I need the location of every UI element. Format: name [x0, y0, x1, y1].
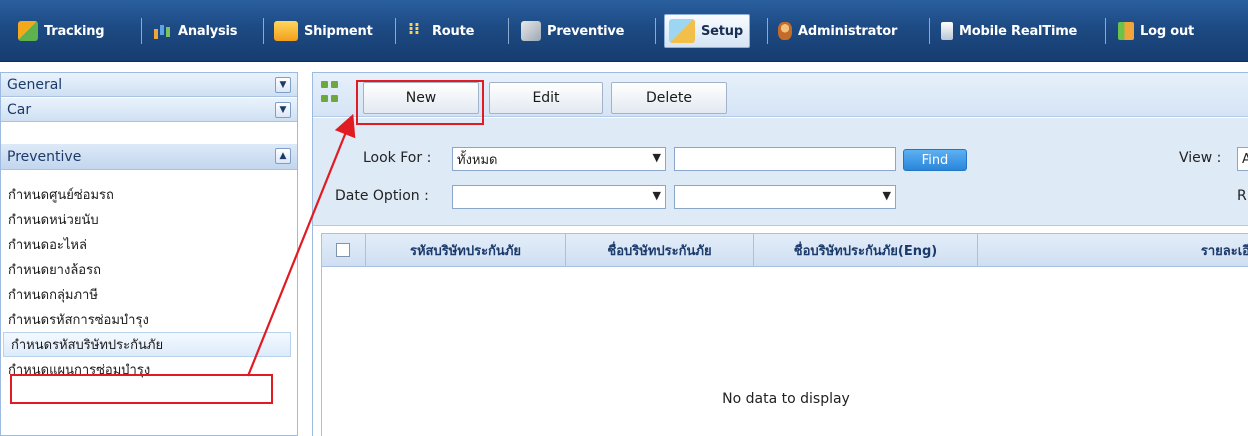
- sidebar-section-label: Preventive: [7, 148, 82, 165]
- column-header-insurance-name[interactable]: ชื่อบริษัทประกันภัย: [566, 234, 754, 266]
- column-header-insurance-code[interactable]: รหัสบริษัทประกันภัย: [366, 234, 566, 266]
- chevron-down-icon[interactable]: ▼: [275, 77, 291, 93]
- sidebar-item-repair-center[interactable]: กำหนดศูนย์ซ่อมรถ: [1, 182, 297, 207]
- look-for-value: ทั้งหมด: [457, 152, 498, 168]
- nav-administrator[interactable]: Administrator: [778, 16, 897, 46]
- nav-route[interactable]: Route: [406, 16, 474, 46]
- nav-preventive[interactable]: Preventive: [521, 16, 624, 46]
- view-label: View :: [1179, 150, 1222, 166]
- sidebar-section-label: Car: [7, 101, 32, 118]
- chevron-down-icon[interactable]: ▼: [275, 102, 291, 118]
- sidebar-item-maintenance-code[interactable]: กำหนดรหัสการซ่อมบำรุง: [1, 307, 297, 332]
- nav-logout[interactable]: Log out: [1118, 16, 1194, 46]
- nav-separator: [655, 18, 656, 44]
- preventive-menu-list: กำหนดศูนย์ซ่อมรถ กำหนดหน่วยนับ กำหนดอะไห…: [1, 182, 297, 382]
- nav-separator: [395, 18, 396, 44]
- nav-preventive-label: Preventive: [547, 23, 625, 39]
- filter-panel: Look For : ทั้งหมด ▼ Find View : A Date …: [313, 118, 1248, 226]
- analysis-icon: [152, 21, 172, 41]
- sidebar-section-label: General: [7, 76, 63, 93]
- sidebar-section-general[interactable]: General ▼: [1, 73, 297, 97]
- dropdown-arrow-icon: ▼: [652, 189, 661, 202]
- sidebar-item-tax-group[interactable]: กำหนดกลุ่มภาษี: [1, 282, 297, 307]
- column-header-details[interactable]: รายละเอี: [978, 234, 1248, 266]
- delete-button[interactable]: Delete: [611, 82, 727, 114]
- look-for-select[interactable]: ทั้งหมด ▼: [452, 147, 666, 171]
- route-icon: [406, 19, 426, 41]
- edit-button[interactable]: Edit: [489, 82, 603, 114]
- nav-logout-label: Log out: [1140, 23, 1195, 39]
- nav-separator: [929, 18, 930, 44]
- nav-administrator-label: Administrator: [798, 23, 898, 39]
- new-button-highlight: [356, 80, 484, 125]
- empty-grid-message: No data to display: [722, 391, 850, 407]
- select-all-cell: [322, 234, 366, 266]
- sidebar-section-preventive[interactable]: Preventive ▲: [1, 144, 297, 170]
- nav-separator: [508, 18, 509, 44]
- sidebar-item-tires[interactable]: กำหนดยางล้อรถ: [1, 257, 297, 282]
- sidebar-item-unit[interactable]: กำหนดหน่วยนับ: [1, 207, 297, 232]
- administrator-icon: [778, 22, 792, 40]
- dropdown-arrow-icon: ▼: [652, 151, 661, 164]
- toolbar-grip-icon: [321, 81, 341, 107]
- date-range-select[interactable]: ▼: [674, 185, 896, 209]
- search-input[interactable]: [674, 147, 896, 171]
- nav-shipment[interactable]: Shipment: [274, 16, 373, 46]
- insurance-menu-highlight: [10, 374, 273, 404]
- nav-separator: [767, 18, 768, 44]
- mobile-icon: [941, 22, 953, 40]
- logout-icon: [1118, 22, 1134, 40]
- nav-mobile-realtime-label: Mobile RealTime: [959, 23, 1078, 39]
- shipment-icon: [274, 21, 298, 41]
- sidebar-item-insurance-company-code[interactable]: กำหนดรหัสบริษัทประกันภัย: [3, 332, 291, 357]
- main-panel: New Edit Delete Look For : ทั้งหมด ▼ Fin…: [312, 72, 1248, 436]
- nav-separator: [141, 18, 142, 44]
- nav-separator: [1105, 18, 1106, 44]
- nav-mobile-realtime[interactable]: Mobile RealTime: [941, 16, 1077, 46]
- nav-setup-label: Setup: [701, 23, 743, 39]
- nav-route-label: Route: [432, 23, 475, 39]
- dropdown-arrow-icon: ▼: [882, 189, 891, 202]
- nav-shipment-label: Shipment: [304, 23, 373, 39]
- nav-separator: [263, 18, 264, 44]
- preventive-icon: [521, 21, 541, 41]
- setup-icon: [669, 19, 695, 43]
- grid-body: No data to display: [321, 267, 1248, 436]
- chevron-up-icon[interactable]: ▲: [275, 148, 291, 164]
- nav-analysis-label: Analysis: [178, 23, 238, 39]
- sidebar-section-car[interactable]: Car ▼: [1, 98, 297, 122]
- date-option-select[interactable]: ▼: [452, 185, 666, 209]
- grid-header: รหัสบริษัทประกันภัย ชื่อบริษัทประกันภัย …: [321, 233, 1248, 267]
- top-navigation-bar: Tracking Analysis Shipment Route Prevent…: [0, 0, 1248, 62]
- select-all-checkbox[interactable]: [336, 243, 350, 257]
- nav-tracking-label: Tracking: [44, 23, 105, 39]
- nav-setup[interactable]: Setup: [664, 14, 750, 48]
- nav-tracking[interactable]: Tracking: [18, 16, 105, 46]
- date-option-label: Date Option :: [335, 188, 429, 204]
- sidebar-item-spare-parts[interactable]: กำหนดอะไหล่: [1, 232, 297, 257]
- look-for-label: Look For :: [363, 150, 432, 166]
- column-header-insurance-name-eng[interactable]: ชื่อบริษัทประกันภัย(Eng): [754, 234, 978, 266]
- view-select[interactable]: A: [1237, 147, 1248, 171]
- view-value: A: [1242, 151, 1248, 167]
- nav-analysis[interactable]: Analysis: [152, 16, 238, 46]
- find-button[interactable]: Find: [903, 149, 967, 171]
- truncated-label: R: [1237, 188, 1247, 204]
- tracking-icon: [18, 21, 38, 41]
